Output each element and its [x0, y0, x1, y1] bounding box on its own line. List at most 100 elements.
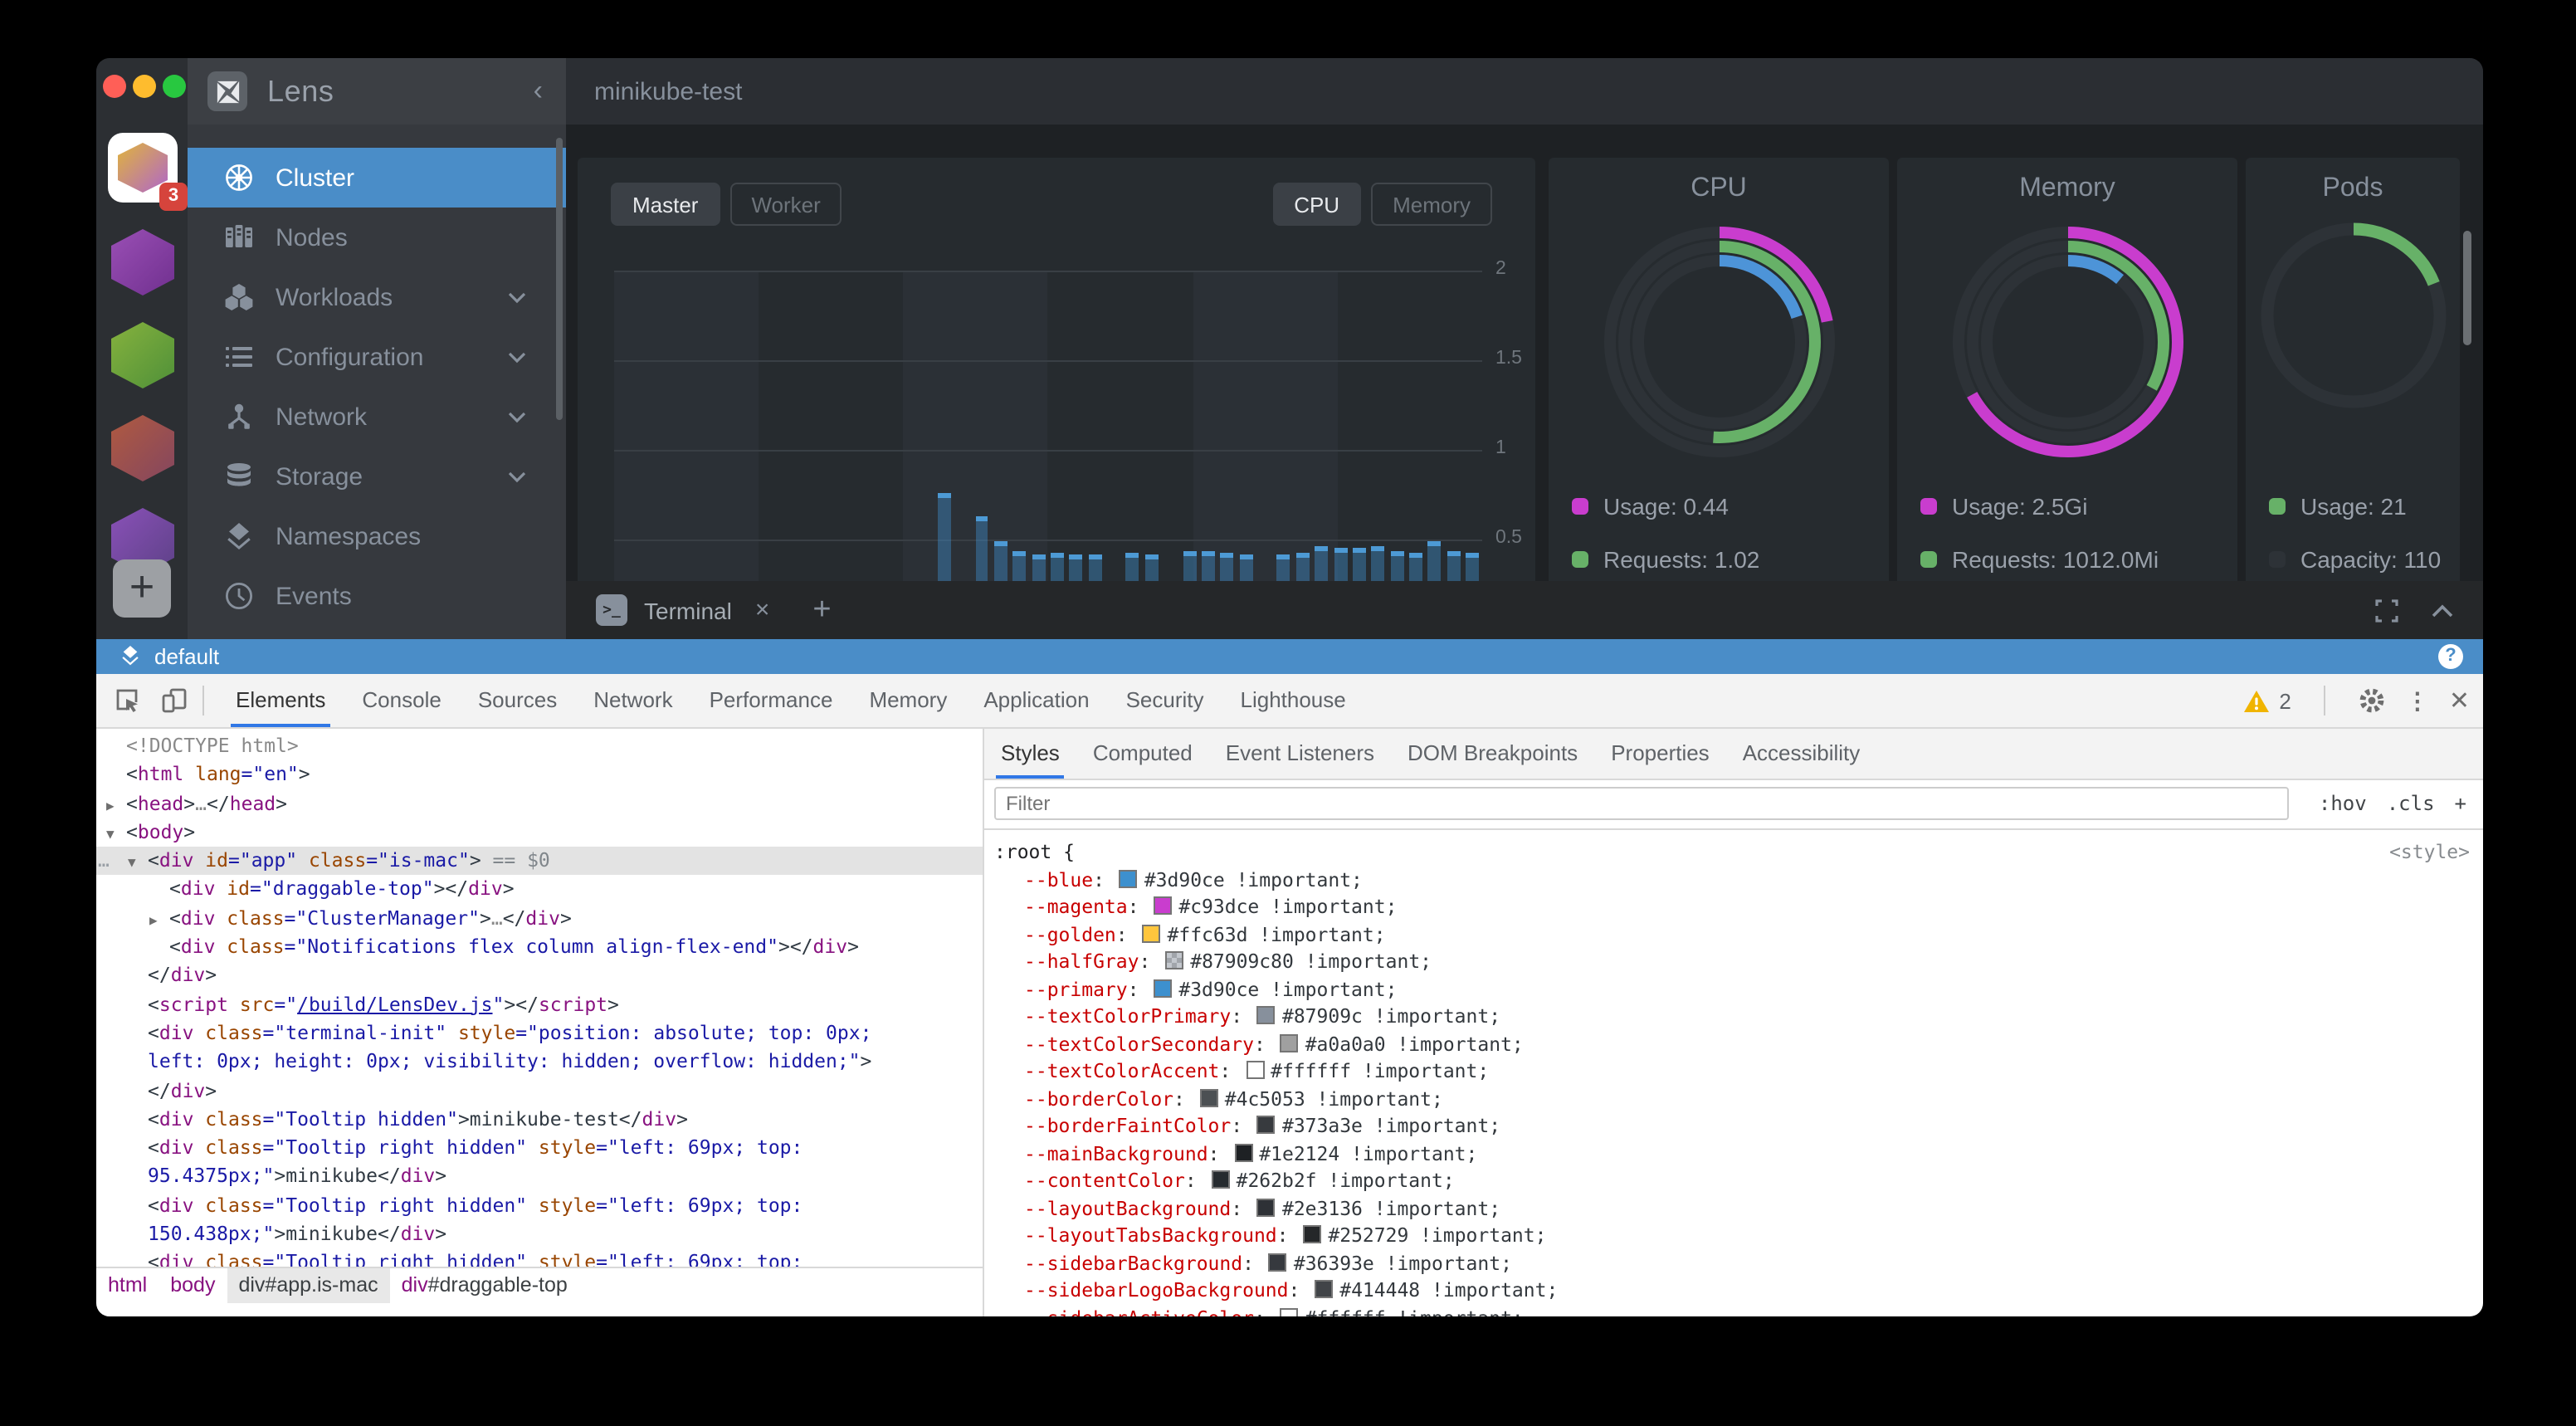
chart-bar[interactable] — [1032, 554, 1045, 581]
devtools-tab-network[interactable]: Network — [575, 674, 690, 727]
metric-tab-memory[interactable]: Memory — [1371, 183, 1492, 226]
chart-bar[interactable] — [1145, 554, 1159, 581]
dom-tree-line[interactable]: <html lang="en"> — [96, 761, 983, 790]
new-terminal-button[interactable]: + — [812, 592, 831, 628]
css-property[interactable]: --contentColor: #262b2f !important; — [984, 1167, 2483, 1194]
sidebar-item-network[interactable]: Network — [188, 387, 566, 447]
color-swatch[interactable] — [1154, 896, 1172, 915]
chart-bar[interactable] — [1239, 554, 1252, 581]
sidebar-item-configuration[interactable]: Configuration — [188, 327, 566, 387]
css-property[interactable]: --textColorSecondary: #a0a0a0 !important… — [984, 1030, 2483, 1057]
chart-bar[interactable] — [1428, 541, 1442, 581]
sidebar-item-events[interactable]: Events — [188, 566, 566, 626]
color-swatch[interactable] — [1257, 1006, 1276, 1024]
color-swatch[interactable] — [1303, 1225, 1321, 1243]
chart-bar[interactable] — [994, 541, 1007, 581]
sidebar-item-storage[interactable]: Storage — [188, 447, 566, 506]
chart-bar[interactable] — [1070, 554, 1083, 581]
add-cluster-button[interactable]: + — [113, 559, 171, 618]
node-tab-worker[interactable]: Worker — [729, 183, 842, 226]
devtools-tab-security[interactable]: Security — [1108, 674, 1222, 727]
chart-bar[interactable] — [1202, 550, 1215, 581]
dom-tree-line[interactable]: ▶<head>…</head> — [96, 789, 983, 818]
color-swatch[interactable] — [1246, 1061, 1264, 1079]
namespace-select[interactable]: default — [154, 644, 219, 669]
styles-tab-properties[interactable]: Properties — [1594, 729, 1726, 779]
breadcrumb-item[interactable]: div#app.is-mac — [227, 1268, 389, 1303]
color-swatch[interactable] — [1143, 924, 1161, 942]
styles-tab-dom-breakpoints[interactable]: DOM Breakpoints — [1391, 729, 1594, 779]
color-swatch[interactable] — [1200, 1088, 1218, 1106]
breadcrumb-item[interactable]: html — [96, 1268, 159, 1303]
dom-tree-line[interactable]: <div class="Tooltip hidden">minikube-tes… — [96, 1106, 983, 1135]
dom-tree-line[interactable]: <script src="/build/LensDev.js"></script… — [96, 990, 983, 1019]
chart-bar[interactable] — [1183, 550, 1196, 581]
breadcrumb-item[interactable]: div#draggable-top — [390, 1268, 579, 1303]
css-property[interactable]: --textColorPrimary: #87909c !important; — [984, 1003, 2483, 1030]
chart-bar[interactable] — [1447, 550, 1461, 581]
style-source-link[interactable]: <style> — [2389, 838, 2470, 866]
css-property[interactable]: --borderFaintColor: #373a3e !important; — [984, 1112, 2483, 1140]
cluster-icon[interactable] — [111, 229, 174, 295]
chart-bar[interactable] — [1088, 554, 1101, 581]
devtools-tab-elements[interactable]: Elements — [217, 674, 344, 727]
dom-tree-line[interactable]: <div class="Notifications flex column al… — [96, 933, 983, 962]
zoom-window-button[interactable] — [163, 75, 186, 98]
warning-icon[interactable] — [2244, 690, 2269, 711]
color-swatch[interactable] — [1269, 1253, 1287, 1271]
devtools-tab-console[interactable]: Console — [344, 674, 459, 727]
collapse-arrow-icon[interactable]: ▼ — [106, 820, 115, 849]
chart-bar[interactable] — [1315, 547, 1328, 581]
dom-tree-line[interactable]: <div id="draggable-top"></div> — [96, 876, 983, 905]
styles-filter-input[interactable] — [994, 787, 2289, 820]
sidebar-scrollbar[interactable] — [556, 138, 563, 420]
css-property[interactable]: --textColorAccent: #ffffff !important; — [984, 1057, 2483, 1085]
devtools-tab-sources[interactable]: Sources — [460, 674, 575, 727]
styles-tab-styles[interactable]: Styles — [984, 729, 1076, 779]
breadcrumb-item[interactable]: body — [159, 1268, 227, 1303]
devtools-settings-icon[interactable] — [2359, 687, 2386, 714]
metric-tab-cpu[interactable]: CPU — [1272, 183, 1361, 226]
css-property[interactable]: --magenta: #c93dce !important; — [984, 893, 2483, 921]
css-property[interactable]: --blue: #3d90ce !important; — [984, 866, 2483, 893]
chart-bar[interactable] — [1051, 552, 1064, 581]
dom-tree-line[interactable]: …▼<div id="app" class="is-mac"> == $0 — [96, 847, 983, 876]
color-swatch[interactable] — [1120, 869, 1138, 887]
help-button[interactable]: ? — [2438, 644, 2463, 669]
dom-tree-line[interactable]: </div> — [96, 1077, 983, 1106]
macos-window-controls[interactable] — [103, 75, 186, 98]
sidebar-item-workloads[interactable]: Workloads — [188, 267, 566, 327]
dom-tree-line[interactable]: ▶<div class="ClusterManager">…</div> — [96, 905, 983, 934]
devtools-tab-application[interactable]: Application — [965, 674, 1107, 727]
chart-bar[interactable] — [1296, 552, 1310, 581]
chart-bar[interactable] — [1334, 549, 1347, 581]
collapse-arrow-icon[interactable]: ▼ — [128, 848, 136, 877]
cluster-green-icon[interactable] — [111, 322, 174, 388]
css-property[interactable]: --primary: #3d90ce !important; — [984, 975, 2483, 1003]
more-actions-icon[interactable]: … — [98, 847, 108, 876]
minimize-window-button[interactable] — [133, 75, 156, 98]
close-window-button[interactable] — [103, 75, 126, 98]
color-swatch[interactable] — [1212, 1170, 1230, 1189]
devtools-tab-memory[interactable]: Memory — [851, 674, 965, 727]
css-property[interactable]: --golden: #ffc63d !important; — [984, 921, 2483, 948]
chart-bar[interactable] — [975, 516, 988, 581]
dom-tree-line[interactable]: </div> — [96, 962, 983, 991]
device-toolbar-icon[interactable] — [159, 686, 189, 715]
toggle-cls-button[interactable]: .cls — [2387, 792, 2435, 815]
chart-bar[interactable] — [1126, 552, 1139, 581]
chart-bar[interactable] — [1466, 552, 1479, 581]
chart-bar[interactable] — [1390, 550, 1403, 581]
styles-tab-event-listeners[interactable]: Event Listeners — [1209, 729, 1391, 779]
chart-bar[interactable] — [938, 493, 951, 581]
css-property[interactable]: --borderColor: #4c5053 !important; — [984, 1085, 2483, 1112]
color-swatch[interactable] — [1281, 1033, 1299, 1052]
close-terminal-icon[interactable]: × — [755, 596, 770, 624]
chart-bar[interactable] — [1221, 552, 1234, 581]
css-property[interactable]: --mainBackground: #1e2124 !important; — [984, 1140, 2483, 1167]
dom-tree-line[interactable]: 150.438px;">minikube</div> — [96, 1220, 983, 1249]
css-property[interactable]: --sidebarActiveColor: #ffffff !important… — [984, 1304, 2483, 1316]
inspect-element-icon[interactable] — [113, 686, 143, 715]
chart-bar[interactable] — [1013, 550, 1027, 581]
css-property[interactable]: --sidebarLogoBackground: #414448 !import… — [984, 1277, 2483, 1304]
